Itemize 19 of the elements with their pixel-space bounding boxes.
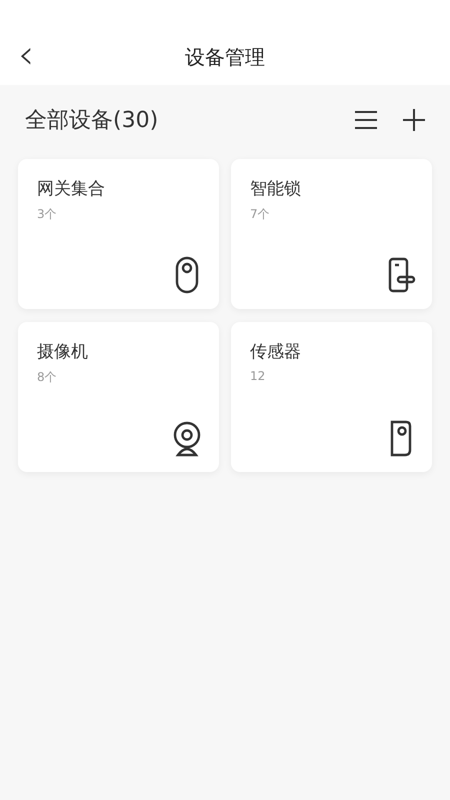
add-button[interactable]: [402, 108, 426, 132]
device-name: 智能锁: [250, 178, 301, 200]
menu-icon: [354, 110, 378, 130]
device-name: 传感器: [250, 341, 301, 363]
device-count: 8个: [37, 369, 57, 386]
device-count: 3个: [37, 206, 57, 223]
device-card[interactable]: 网关集合 3个: [18, 159, 219, 309]
device-card[interactable]: 摄像机 8个: [18, 322, 219, 472]
menu-button[interactable]: [354, 110, 378, 130]
back-button[interactable]: ‹: [14, 34, 38, 80]
device-card[interactable]: 智能锁 7个: [231, 159, 432, 309]
page-title: 设备管理: [185, 44, 265, 71]
device-count: 7个: [250, 206, 270, 223]
device-count: 12: [250, 369, 266, 383]
device-name: 网关集合: [37, 178, 105, 200]
device-card[interactable]: 传感器 12: [231, 322, 432, 472]
device-name: 摄像机: [37, 341, 88, 363]
plus-icon: [402, 108, 426, 132]
section-title: 全部设备(30): [25, 107, 160, 135]
